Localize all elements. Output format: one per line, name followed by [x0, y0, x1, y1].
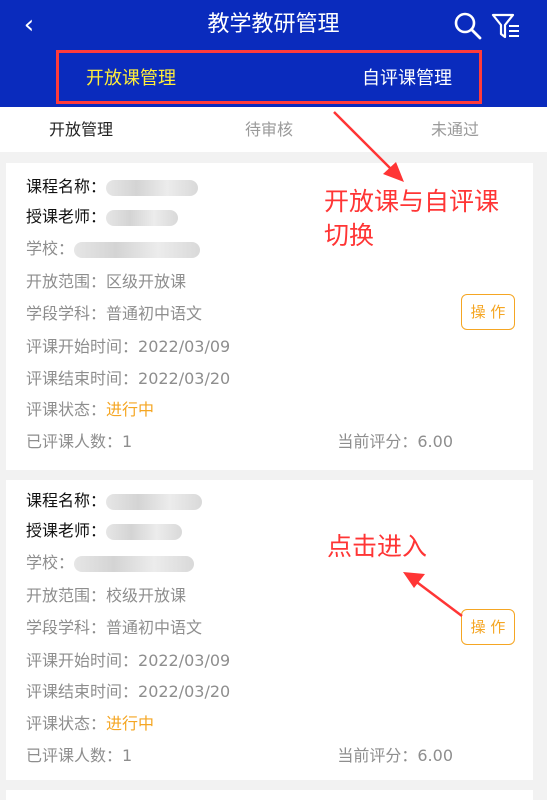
- arrow-to-segments: [333, 111, 395, 173]
- annotation-arrows: [333, 111, 463, 617]
- arrow-to-operate: [413, 579, 463, 617]
